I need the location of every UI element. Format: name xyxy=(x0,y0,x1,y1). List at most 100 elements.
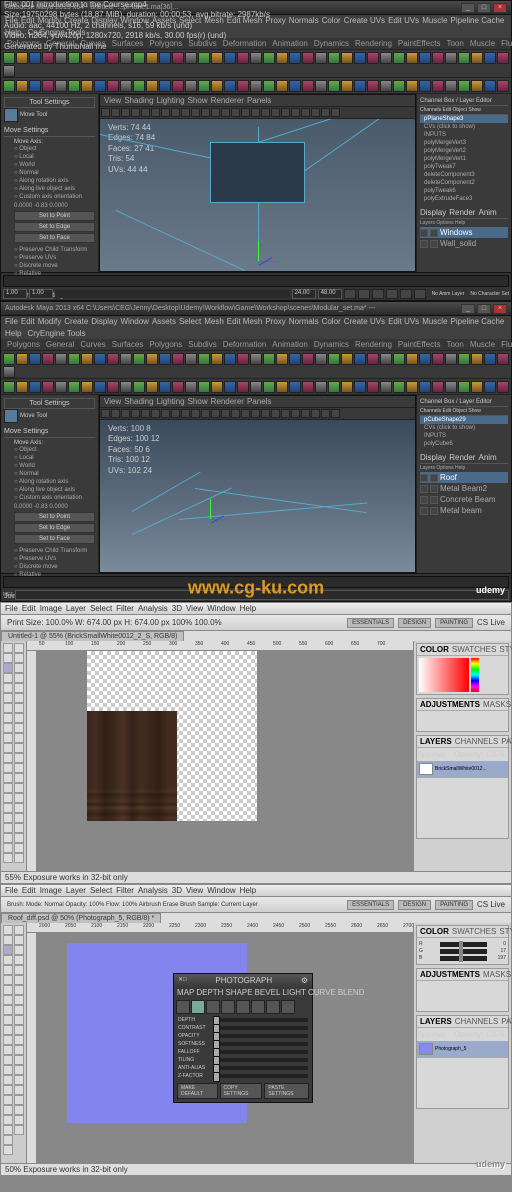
ps-tool[interactable] xyxy=(3,1015,13,1025)
menu-item[interactable]: Create UVs xyxy=(344,16,385,25)
layer-row[interactable]: Wall_solid xyxy=(420,238,508,249)
shelf-icon[interactable] xyxy=(289,80,301,92)
max-btn[interactable]: □ xyxy=(477,3,491,13)
play-end-icon[interactable] xyxy=(414,289,426,299)
shelf-icon[interactable] xyxy=(263,353,275,365)
layer-row[interactable]: Concrete Beam xyxy=(420,494,508,505)
ps-menu-item[interactable]: Window xyxy=(207,886,235,895)
shelf-tab[interactable]: Fluids xyxy=(499,39,512,48)
shelf-icon[interactable] xyxy=(198,353,210,365)
ps-tool[interactable] xyxy=(3,975,13,985)
shelf-icon[interactable] xyxy=(29,80,41,92)
shelf-icon[interactable] xyxy=(237,52,249,64)
vp-icon[interactable] xyxy=(291,409,300,418)
ps-menu-item[interactable]: Layer xyxy=(66,886,86,895)
ps-tool[interactable] xyxy=(14,673,24,683)
vp-icon[interactable] xyxy=(231,108,240,117)
radio-option[interactable]: Normal xyxy=(14,169,95,177)
shelf-icon[interactable] xyxy=(55,52,67,64)
ps-tool[interactable] xyxy=(3,1105,13,1115)
vp-icon[interactable] xyxy=(251,108,260,117)
shelf-icon[interactable] xyxy=(120,381,132,393)
maya-timeline[interactable]: MEL xyxy=(1,573,511,601)
menu-item[interactable]: Mesh xyxy=(204,317,224,326)
shelf-tabs[interactable]: PolygonsGeneralCurvesSurfacesPolygonsSub… xyxy=(1,339,511,351)
shelf-icon[interactable] xyxy=(81,353,93,365)
shelf-icon[interactable] xyxy=(432,353,444,365)
ps-toolbox[interactable] xyxy=(1,641,27,871)
step-back-icon[interactable] xyxy=(358,289,370,299)
vp-menu-item[interactable]: View xyxy=(104,397,121,406)
shelf-icon[interactable] xyxy=(68,80,80,92)
layer-options[interactable]: Layers Options Help xyxy=(420,219,508,227)
ps-tool[interactable] xyxy=(3,1075,13,1085)
menu-item[interactable]: Window xyxy=(121,16,149,25)
vp-icon[interactable] xyxy=(111,108,120,117)
menu-item[interactable]: Create xyxy=(64,16,88,25)
ps-tool[interactable] xyxy=(3,925,13,935)
menu-item[interactable]: Color xyxy=(322,317,341,326)
viewport-icons[interactable] xyxy=(100,408,415,420)
viewport-icons[interactable] xyxy=(100,107,415,119)
vp-menu-item[interactable]: Renderer xyxy=(211,96,244,105)
vp-icon[interactable] xyxy=(141,108,150,117)
ps-tool[interactable] xyxy=(14,663,24,673)
viewport-canvas[interactable]: Verts: 74 44Edges: 74 84Faces: 27 41Tris… xyxy=(100,119,415,271)
channel-item[interactable]: INPUTS xyxy=(420,131,508,139)
shelf-icon[interactable] xyxy=(55,381,67,393)
ps-tool[interactable] xyxy=(3,995,13,1005)
ps-tool[interactable] xyxy=(14,803,24,813)
ps-tool[interactable] xyxy=(14,843,24,853)
shelf-icon[interactable] xyxy=(3,366,15,378)
channel-item[interactable]: polyTweak6 xyxy=(420,187,508,195)
shelf-icon[interactable] xyxy=(250,80,262,92)
ps-tool[interactable] xyxy=(3,793,13,803)
ps-tool[interactable] xyxy=(3,965,13,975)
vp-menu-item[interactable]: Renderer xyxy=(211,397,244,406)
viewport-menu[interactable]: ViewShadingLightingShowRendererPanels xyxy=(100,95,415,107)
ps-menu-item[interactable]: View xyxy=(186,604,203,613)
vp-icon[interactable] xyxy=(181,108,190,117)
channel-item[interactable]: polyCube6 xyxy=(420,440,508,448)
menu-item[interactable]: Edit Mesh xyxy=(227,16,263,25)
rgb-slider[interactable]: R0 xyxy=(419,941,506,947)
shelf-icon[interactable] xyxy=(380,381,392,393)
photo-tab-label[interactable]: LIGHT xyxy=(282,988,306,997)
shelf-icon[interactable] xyxy=(159,52,171,64)
shelf-icon[interactable] xyxy=(406,52,418,64)
shelf-icon[interactable] xyxy=(328,381,340,393)
shelf-icon[interactable] xyxy=(172,80,184,92)
ps-menu-item[interactable]: Help xyxy=(240,886,256,895)
ps-tool[interactable] xyxy=(14,1055,24,1065)
ps-tool[interactable] xyxy=(14,1095,24,1105)
vp-icon[interactable] xyxy=(321,108,330,117)
shelf-icon[interactable] xyxy=(354,52,366,64)
ps-menu-item[interactable]: Filter xyxy=(116,886,134,895)
shelf-icon[interactable] xyxy=(237,353,249,365)
ps-tool[interactable] xyxy=(3,985,13,995)
min-btn[interactable]: _ xyxy=(461,3,475,13)
ps-tool[interactable] xyxy=(14,1075,24,1085)
shelf-icon[interactable] xyxy=(224,353,236,365)
ps-menu-item[interactable]: Image xyxy=(40,604,62,613)
ps-tool[interactable] xyxy=(14,1045,24,1055)
ps-tool[interactable] xyxy=(3,763,13,773)
shelf-icon[interactable] xyxy=(393,80,405,92)
vp-icon[interactable] xyxy=(191,108,200,117)
shelf-tab[interactable]: Polygons xyxy=(147,340,184,349)
shelf-icon[interactable] xyxy=(146,80,158,92)
hue-strip[interactable] xyxy=(471,658,479,692)
shelf-icon[interactable] xyxy=(289,52,301,64)
ps-menu-item[interactable]: Image xyxy=(40,886,62,895)
shelf-icon[interactable] xyxy=(328,80,340,92)
ps-tool[interactable] xyxy=(3,935,13,945)
shelf-icon[interactable] xyxy=(146,353,158,365)
vp-icon[interactable] xyxy=(221,108,230,117)
shelf-icon[interactable] xyxy=(107,80,119,92)
shelf-tab[interactable]: Deformation xyxy=(221,340,269,349)
menu-item[interactable]: Display xyxy=(91,16,117,25)
photo-tab-icon[interactable] xyxy=(191,1000,205,1014)
move-tool-icon[interactable] xyxy=(4,409,18,423)
swatches-tab[interactable]: SWATCHES xyxy=(452,927,496,936)
channel-item[interactable]: pPlaneShape3 xyxy=(420,115,508,123)
